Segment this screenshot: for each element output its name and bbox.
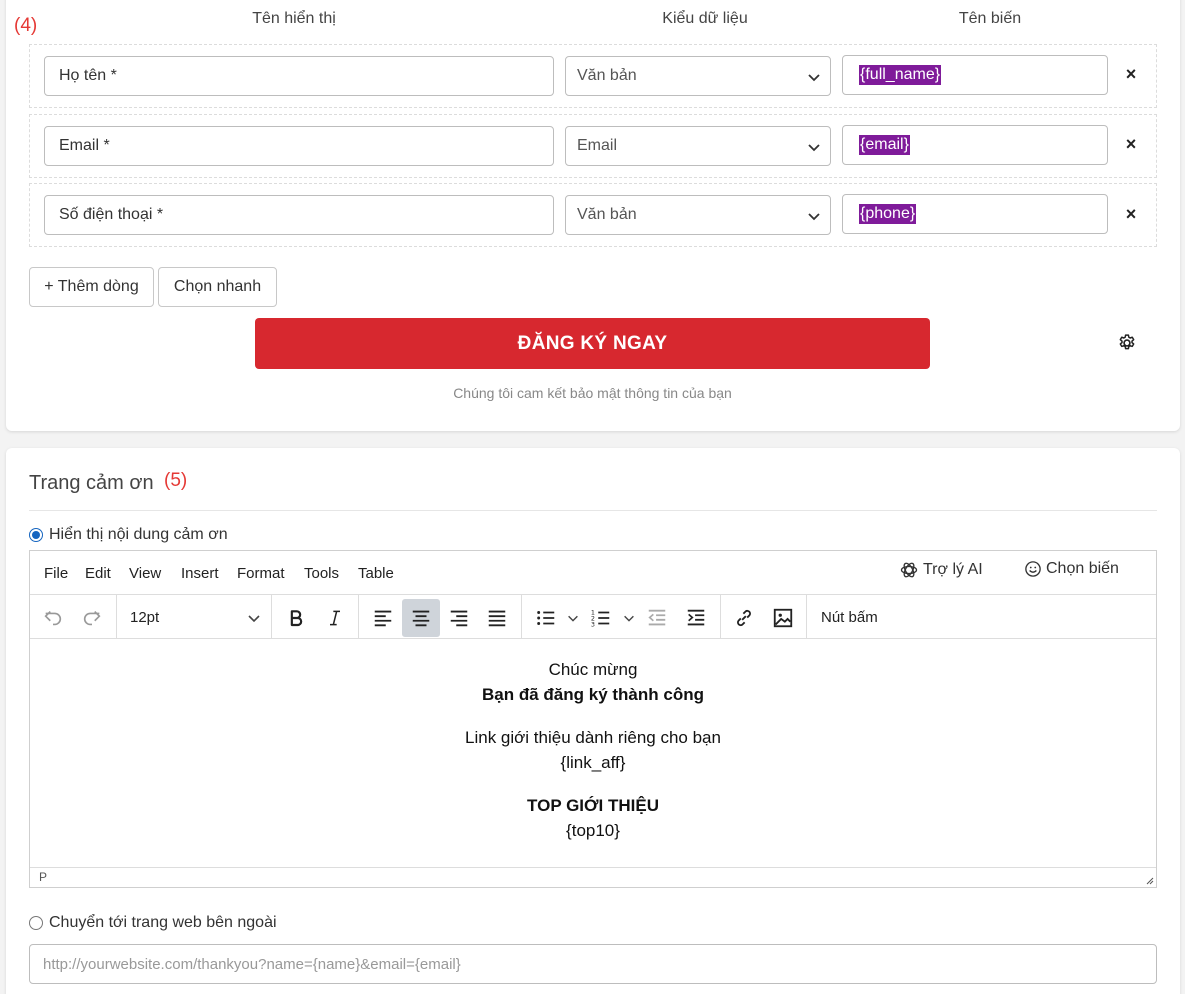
align-right-icon[interactable] — [440, 599, 478, 637]
remove-row-button[interactable]: × — [1121, 204, 1141, 225]
toolbar-divider — [521, 595, 522, 639]
italic-icon[interactable] — [316, 599, 354, 637]
privacy-note: Chúng tôi cam kết bảo mật thông tin của … — [453, 385, 732, 401]
numbered-list-icon[interactable]: 123 — [582, 599, 620, 637]
radio-show-content[interactable]: Hiển thị nội dung cảm ơn — [29, 526, 228, 544]
editor-toolbar: 12pt 123 Nút bấm — [30, 595, 1156, 639]
variable-token: {email} — [859, 135, 910, 155]
align-center-icon[interactable] — [402, 599, 440, 637]
undo-icon[interactable] — [34, 599, 72, 637]
content-line: Chúc mừng — [548, 660, 638, 679]
editor-menubar: File Edit View Insert Format Tools Table… — [30, 551, 1156, 595]
display-name-input[interactable]: Email * — [44, 126, 554, 166]
chevron-down-icon[interactable] — [566, 611, 580, 625]
menu-file[interactable]: File — [44, 565, 68, 582]
content-line-bold: TOP GIỚI THIỆU — [527, 796, 659, 815]
data-type-value: Văn bản — [577, 206, 637, 223]
chevron-down-icon — [808, 213, 820, 221]
remove-row-button[interactable]: × — [1121, 64, 1141, 85]
svg-text:3: 3 — [591, 620, 595, 628]
column-header-variable: Tên biến — [958, 10, 1022, 27]
bold-icon[interactable] — [277, 599, 315, 637]
remove-row-button[interactable]: × — [1121, 134, 1141, 155]
smiley-icon — [1025, 561, 1041, 577]
content-variable: {link_aff} — [560, 753, 626, 772]
data-type-value: Văn bản — [577, 67, 637, 84]
toolbar-divider — [358, 595, 359, 639]
column-header-data-type: Kiểu dữ liệu — [662, 10, 748, 27]
data-type-select[interactable]: Văn bản — [565, 195, 831, 235]
chevron-down-icon — [808, 74, 820, 82]
toolbar-divider — [720, 595, 721, 639]
menu-tools[interactable]: Tools — [304, 565, 339, 582]
variable-input[interactable]: {full_name} — [842, 55, 1108, 95]
menu-table[interactable]: Table — [358, 565, 394, 582]
indent-icon[interactable] — [677, 599, 715, 637]
redirect-url-input[interactable]: http://yourwebsite.com/thankyou?name={na… — [29, 944, 1157, 984]
section-title: Trang cảm ơn — [29, 472, 154, 494]
content-line-bold: Bạn đã đăng ký thành công — [482, 685, 704, 704]
variable-token: {phone} — [859, 204, 917, 224]
chevron-down-icon[interactable] — [246, 610, 262, 626]
redo-icon[interactable] — [73, 599, 111, 637]
chevron-down-icon — [808, 144, 820, 152]
outdent-icon[interactable] — [638, 599, 676, 637]
chevron-down-icon[interactable] — [622, 611, 636, 625]
openai-icon — [900, 562, 918, 578]
radio-redirect[interactable]: Chuyển tới trang web bên ngoài — [29, 914, 277, 932]
ai-assistant-button[interactable]: Trợ lý AI — [899, 560, 983, 580]
link-icon[interactable] — [725, 599, 763, 637]
align-justify-icon[interactable] — [478, 599, 516, 637]
ai-assistant-label: Trợ lý AI — [923, 561, 983, 578]
element-path[interactable]: P — [39, 870, 47, 884]
radio-icon — [29, 528, 43, 542]
radio-icon — [29, 916, 43, 930]
menu-view[interactable]: View — [129, 565, 161, 582]
toolbar-divider — [806, 595, 807, 639]
column-header-display-name: Tên hiển thị — [252, 10, 336, 27]
toolbar-divider — [116, 595, 117, 639]
pick-variable-label: Chọn biến — [1046, 560, 1119, 577]
quick-pick-button[interactable]: Chọn nhanh — [158, 267, 277, 307]
menu-format[interactable]: Format — [237, 565, 285, 582]
divider — [29, 510, 1157, 511]
image-icon[interactable] — [764, 599, 802, 637]
pick-variable-button[interactable]: Chọn biến — [1024, 560, 1119, 578]
bullet-list-icon[interactable] — [527, 599, 565, 637]
display-name-input[interactable]: Họ tên * — [44, 56, 554, 96]
align-left-icon[interactable] — [364, 599, 402, 637]
gear-icon[interactable] — [1117, 333, 1137, 353]
data-type-value: Email — [577, 137, 618, 154]
toolbar-divider — [271, 595, 272, 639]
editor-statusbar: P — [30, 867, 1156, 887]
content-variable: {top10} — [566, 821, 620, 840]
insert-button-tool[interactable]: Nút bấm — [821, 609, 878, 626]
submit-button[interactable]: ĐĂNG KÝ NGAY — [255, 318, 930, 369]
data-type-select[interactable]: Email — [565, 126, 831, 166]
section-marker-4: (4) — [14, 15, 38, 36]
menu-insert[interactable]: Insert — [181, 565, 219, 582]
variable-input[interactable]: {email} — [842, 125, 1108, 165]
data-type-select[interactable]: Văn bản — [565, 56, 831, 96]
menu-edit[interactable]: Edit — [85, 565, 111, 582]
rich-text-editor: File Edit View Insert Format Tools Table… — [29, 550, 1157, 888]
font-size-select[interactable]: 12pt — [130, 609, 159, 626]
variable-input[interactable]: {phone} — [842, 194, 1108, 234]
editor-content[interactable]: Chúc mừng Bạn đã đăng ký thành công Link… — [30, 639, 1156, 867]
radio-label: Hiển thị nội dung cảm ơn — [49, 526, 228, 543]
resize-handle-icon[interactable] — [1144, 875, 1154, 885]
content-line: Link giới thiệu dành riêng cho bạn — [465, 728, 721, 747]
radio-label: Chuyển tới trang web bên ngoài — [49, 914, 277, 931]
display-name-input[interactable]: Số điện thoại * — [44, 195, 554, 235]
section-marker-5: (5) — [164, 470, 188, 491]
variable-token: {full_name} — [859, 65, 942, 85]
add-row-button[interactable]: + Thêm dòng — [29, 267, 154, 307]
